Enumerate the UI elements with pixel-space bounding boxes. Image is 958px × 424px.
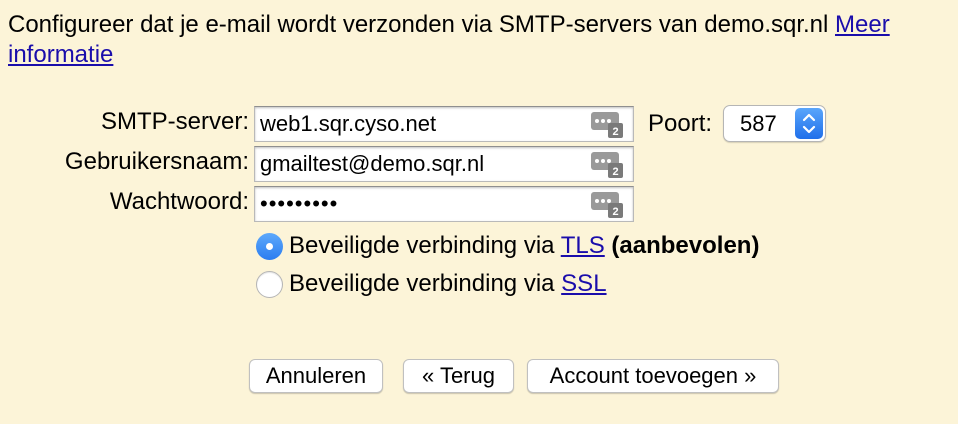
smtp-server-label: SMTP-server: [100,108,249,135]
smtp-server-value[interactable]: web1.sqr.cyso.net [260,107,587,141]
password-value[interactable]: ••••••••• [260,187,587,221]
updown-arrows-icon[interactable] [795,108,823,139]
smtp-settings-page: Configureer dat je e-mail wordt verzonde… [0,0,958,424]
password-manager-key-icon[interactable]: 2 [591,192,623,218]
intro-text: Configureer dat je e-mail wordt verzonde… [8,10,953,70]
svg-text:2: 2 [612,126,618,138]
tls-prefix: Beveiligde verbinding via [289,232,561,259]
username-value[interactable]: gmailtest@demo.sqr.nl [260,147,587,181]
username-input[interactable]: gmailtest@demo.sqr.nl 2 [254,146,634,182]
svg-text:2: 2 [612,166,618,178]
smtp-server-input[interactable]: web1.sqr.cyso.net 2 [254,106,634,142]
cancel-button[interactable]: Annuleren [249,359,383,393]
port-selected-value[interactable]: 587 [740,106,777,142]
tls-recommended: (aanbevolen) [611,232,760,259]
svg-text:2: 2 [612,206,618,218]
username-label-wrap: Gebruikersnaam: [0,146,249,182]
ssl-radio[interactable] [256,271,283,298]
tls-radio[interactable] [256,233,283,260]
ssl-option-text: Beveiligde verbinding via SSL [289,268,607,300]
smtp-label-wrap: SMTP-server: [0,106,249,142]
password-manager-key-icon[interactable]: 2 [591,152,623,178]
port-label: Poort: [648,110,713,137]
ssl-prefix: Beveiligde verbinding via [289,270,562,297]
add-account-button[interactable]: Account toevoegen » [527,359,779,393]
ssl-link[interactable]: SSL [561,270,606,297]
username-label: Gebruikersnaam: [64,148,249,175]
password-label-wrap: Wachtwoord: [0,186,249,222]
intro-description: Configureer dat je e-mail wordt verzonde… [8,11,836,38]
password-label: Wachtwoord: [109,188,249,215]
back-button[interactable]: « Terug [403,359,514,393]
password-manager-key-icon[interactable]: 2 [591,112,623,138]
port-select[interactable]: 587 [723,105,826,142]
tls-link[interactable]: TLS [561,232,605,259]
tls-option-text: Beveiligde verbinding via TLS (aanbevole… [289,230,759,262]
password-input[interactable]: ••••••••• 2 [254,186,634,222]
